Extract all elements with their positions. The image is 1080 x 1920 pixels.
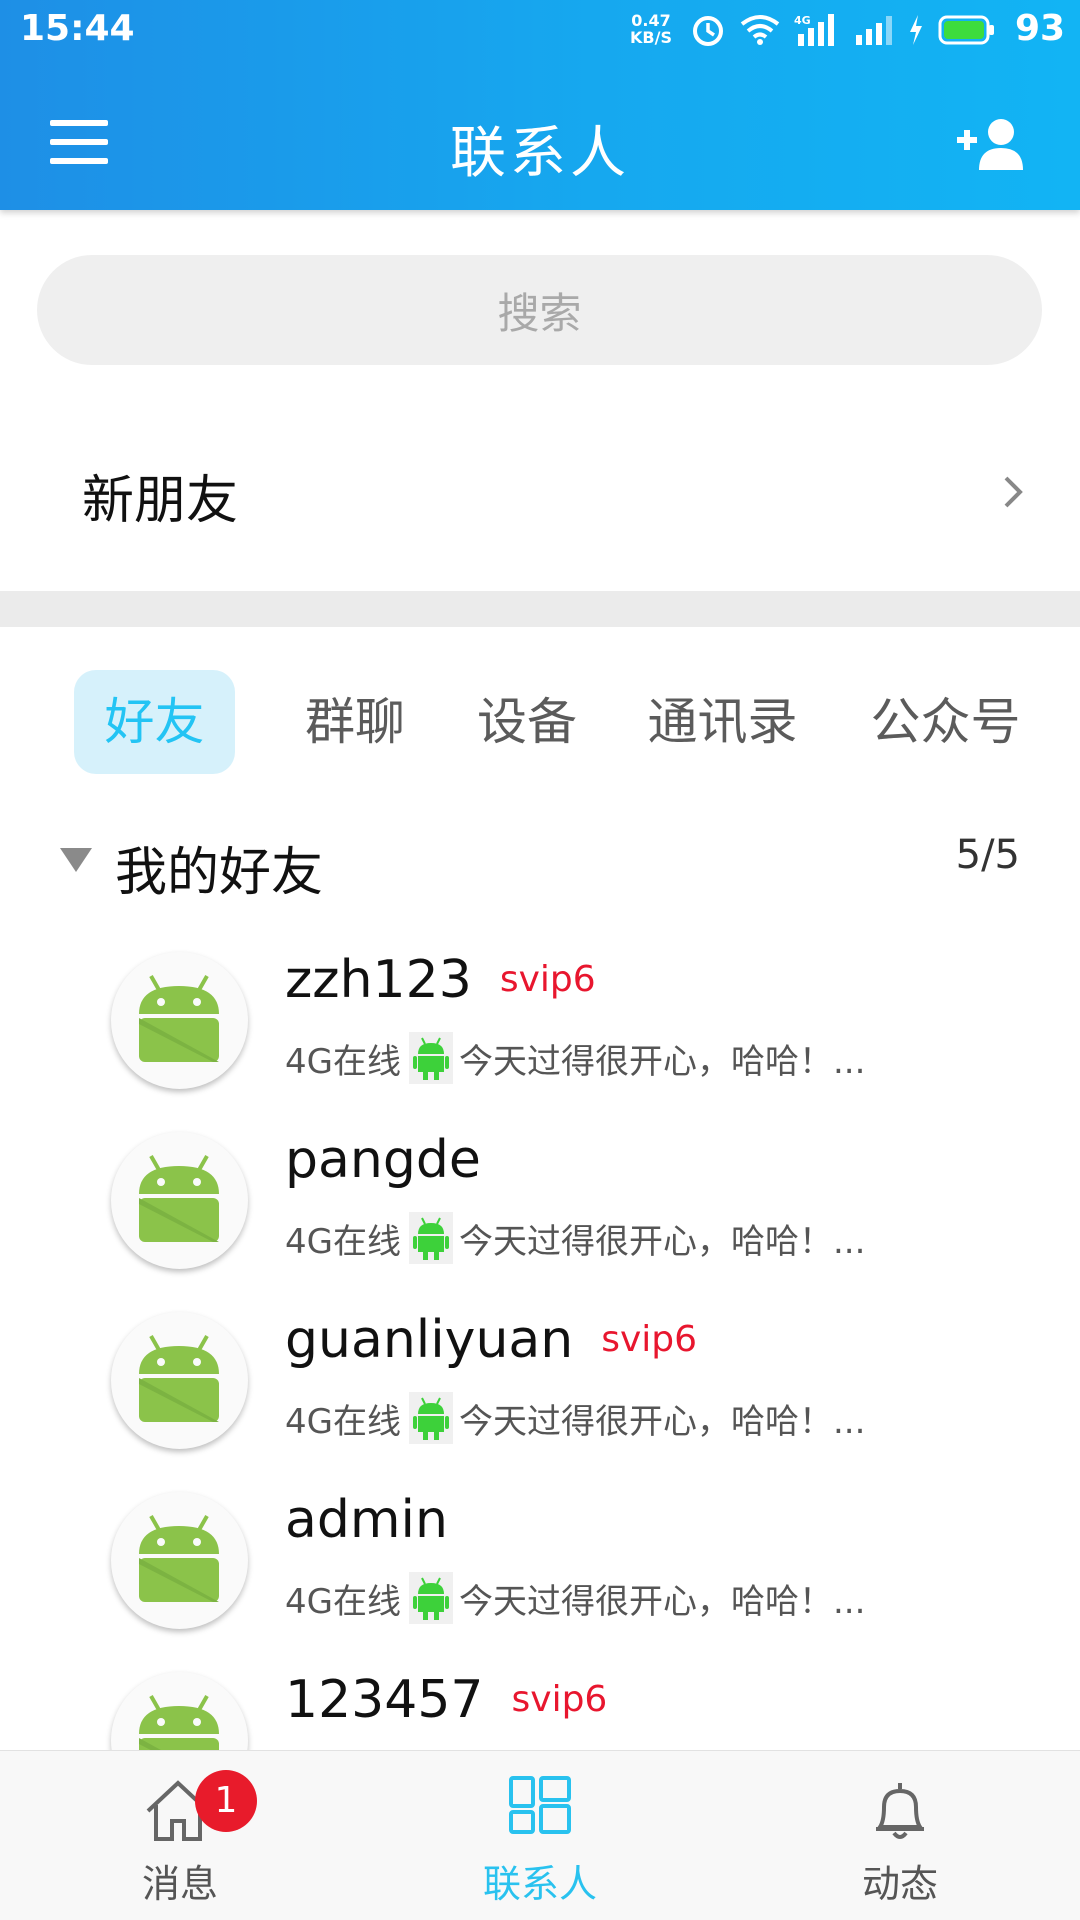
title-bar: 联系人 [0, 90, 1080, 200]
android-device-icon [408, 1572, 453, 1624]
net-speed-unit: KB/S [630, 28, 672, 47]
alarm-icon [693, 16, 723, 46]
bell-icon [876, 1783, 924, 1839]
tab-friends[interactable]: 好友 [74, 670, 235, 774]
expand-triangle-icon [60, 848, 92, 872]
status-time: 15:44 [20, 8, 135, 49]
battery-icon [938, 15, 994, 45]
contact-name-row: 123457 svip6 [285, 1670, 607, 1730]
signature: 今天过得很开心，哈哈！... [458, 1041, 866, 1082]
contact-status: 4G在线 今天过得很开心，哈哈！... [285, 1212, 865, 1264]
status-bar: 15:44 0.47 KB/S 4G 93 [0, 0, 1080, 60]
search-input[interactable]: 搜索 [37, 255, 1042, 365]
contacts-grid-icon [509, 1776, 571, 1834]
contact-name-row: zzh123 svip6 [285, 950, 596, 1010]
unread-badge: 1 [195, 1770, 257, 1832]
bottom-nav: 消息 联系人 动态 [0, 1750, 1080, 1920]
app-header: 15:44 0.47 KB/S 4G 93 联系人 [0, 0, 1080, 210]
contact-name: guanliyuan [285, 1310, 574, 1370]
search-placeholder: 搜索 [497, 288, 582, 338]
avatar [111, 1492, 248, 1629]
signature: 今天过得很开心，哈哈！... [458, 1221, 866, 1262]
net-speed-value: 0.47 [631, 11, 671, 30]
section-divider [0, 591, 1080, 627]
contact-status: 4G在线 今天过得很开心，哈哈！... [285, 1032, 865, 1084]
add-friend-icon[interactable] [955, 116, 1027, 172]
android-device-icon [408, 1212, 453, 1264]
contact-status: 4G在线 今天过得很开心，哈哈！... [285, 1572, 865, 1624]
nav-moments[interactable]: 动态 [800, 1751, 1000, 1920]
group-count: 5/5 [955, 832, 1020, 878]
nav-contacts-label: 联系人 [482, 1862, 597, 1906]
group-name: 我的好友 [115, 843, 324, 903]
network-status: 4G在线 [285, 1581, 401, 1622]
android-avatar-icon [139, 975, 219, 1062]
contact-item[interactable]: zzh123 svip6 4G在线 今天过得很开心，哈哈！... [0, 940, 1080, 1120]
tab-address-book[interactable]: 通讯录 [635, 670, 810, 774]
contact-name-row: pangde [285, 1130, 481, 1190]
signal-icon [856, 16, 892, 45]
charging-icon [910, 15, 922, 45]
contact-name: pangde [285, 1130, 481, 1190]
android-avatar-icon [139, 1515, 219, 1602]
network-status: 4G在线 [285, 1041, 401, 1082]
nav-moments-label: 动态 [861, 1862, 938, 1906]
new-friends-row[interactable]: 新朋友 [0, 420, 1080, 560]
nav-messages[interactable]: 消息 [80, 1751, 280, 1920]
signal-4g-icon: 4G [794, 14, 834, 46]
android-device-icon [408, 1392, 453, 1444]
tab-devices[interactable]: 设备 [462, 670, 592, 774]
contact-item[interactable]: admin 4G在线 今天过得很开心，哈哈！... [0, 1480, 1080, 1660]
chevron-right-icon [1004, 476, 1023, 508]
contact-name: 123457 [285, 1670, 484, 1730]
network-status: 4G在线 [285, 1221, 401, 1262]
signature: 今天过得很开心，哈哈！... [458, 1401, 866, 1442]
new-friends-label: 新朋友 [82, 471, 239, 531]
vip-badge: svip6 [511, 1679, 608, 1720]
avatar [111, 952, 248, 1089]
android-avatar-icon [139, 1335, 219, 1422]
vip-badge: svip6 [499, 959, 596, 1000]
contact-item[interactable]: 123457 svip6 [0, 1660, 1080, 1750]
tab-official-accounts[interactable]: 公众号 [858, 670, 1033, 774]
contact-item[interactable]: pangde 4G在线 今天过得很开心，哈哈！... [0, 1120, 1080, 1300]
nav-messages-label: 消息 [141, 1862, 218, 1906]
android-device-icon [408, 1032, 453, 1084]
android-avatar-icon [139, 1695, 219, 1750]
tab-groups[interactable]: 群聊 [290, 670, 420, 774]
nav-contacts[interactable]: 联系人 [440, 1751, 640, 1920]
wifi-icon [740, 15, 780, 45]
android-avatar-icon [139, 1155, 219, 1242]
signal-4g-label: 4G [794, 14, 811, 27]
contact-tabs: 好友 群聊 设备 通讯录 公众号 [0, 670, 1080, 780]
contact-name: admin [285, 1490, 448, 1550]
avatar [111, 1132, 248, 1269]
contact-item[interactable]: guanliyuan svip6 4G在线 今天过得很开心，哈哈！... [0, 1300, 1080, 1480]
network-status: 4G在线 [285, 1401, 401, 1442]
status-icons: 4G [690, 10, 996, 50]
signature: 今天过得很开心，哈哈！... [458, 1581, 866, 1622]
contact-name: zzh123 [285, 950, 472, 1010]
net-speed: 0.47 KB/S [630, 12, 672, 46]
avatar [111, 1312, 248, 1449]
contact-name-row: guanliyuan svip6 [285, 1310, 697, 1370]
contact-status: 4G在线 今天过得很开心，哈哈！... [285, 1392, 865, 1444]
contact-name-row: admin [285, 1490, 448, 1550]
contact-list: zzh123 svip6 4G在线 今天过得很开心，哈哈！... pangde 4… [0, 940, 1080, 1750]
friend-group-header[interactable]: 我的好友 5/5 [0, 820, 1080, 910]
battery-percent: 93 [1015, 8, 1066, 49]
vip-badge: svip6 [601, 1319, 698, 1360]
avatar [111, 1672, 248, 1750]
page-title: 联系人 [450, 121, 630, 186]
